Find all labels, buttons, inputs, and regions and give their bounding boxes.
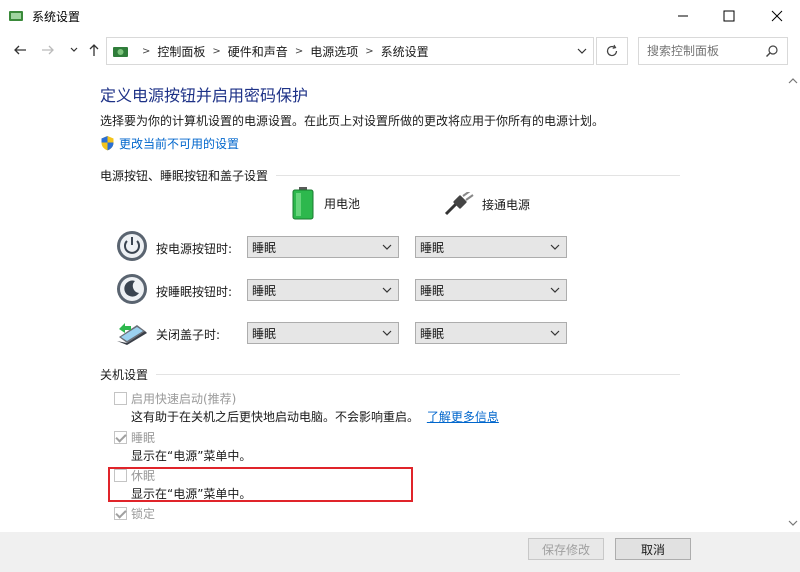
main-content: 定义电源按钮并启用密码保护 选择要为你的计算机设置的电源设置。在此页上对设置所做…: [0, 72, 800, 532]
search-box[interactable]: [638, 37, 788, 65]
plugged-in-column-header: 接通电源: [444, 192, 530, 216]
recent-locations-button[interactable]: [64, 40, 84, 60]
fast-startup-checkbox[interactable]: [114, 392, 127, 405]
chevron-down-icon: [550, 330, 560, 336]
select-value: 睡眠: [420, 283, 445, 298]
breadcrumb-item[interactable]: 系统设置: [381, 43, 429, 60]
sleep-checkbox[interactable]: [114, 431, 127, 444]
power-button-plugged-select[interactable]: 睡眠: [415, 236, 567, 258]
power-plug-icon: [444, 192, 474, 216]
change-settings-link-label[interactable]: 更改当前不可用的设置: [119, 135, 239, 152]
title-bar: 系统设置: [0, 0, 800, 32]
close-icon: [771, 10, 783, 22]
forward-button[interactable]: [38, 40, 58, 60]
control-panel-icon: [9, 11, 23, 21]
scroll-up-icon[interactable]: [786, 74, 800, 88]
search-input[interactable]: [639, 38, 759, 64]
lid-close-label: 关闭盖子时:: [156, 328, 221, 342]
fast-startup-desc-text: 这有助于在关机之后更快地启动电脑。不会影响重启。: [131, 410, 420, 424]
breadcrumb-separator: >: [294, 45, 304, 57]
laptop-lid-icon: [117, 323, 147, 345]
power-button-icon: [117, 231, 147, 261]
chevron-down-icon: [382, 330, 392, 336]
uac-shield-icon: [101, 136, 114, 151]
maximize-button[interactable]: [706, 0, 752, 32]
battery-icon: [292, 187, 314, 220]
vertical-scrollbar[interactable]: [786, 72, 800, 532]
footer-bar: 保存修改 取消: [0, 532, 800, 572]
up-button[interactable]: [84, 40, 104, 60]
address-bar[interactable]: > 控制面板 > 硬件和声音 > 电源选项 > 系统设置: [106, 37, 594, 65]
sleep-button-plugged-select[interactable]: 睡眠: [415, 279, 567, 301]
lid-close-plugged-select[interactable]: 睡眠: [415, 322, 567, 344]
breadcrumb-item[interactable]: 控制面板: [157, 43, 205, 60]
chevron-down-icon: [550, 287, 560, 293]
minimize-icon: [678, 15, 688, 17]
scroll-down-icon[interactable]: [786, 516, 800, 530]
plugged-in-column-label: 接通电源: [482, 197, 531, 212]
sleep-button-label: 按睡眠按钮时:: [156, 285, 233, 299]
chevron-down-icon: [550, 244, 560, 250]
power-buttons-group-label: 电源按钮、睡眠按钮和盖子设置: [100, 169, 269, 183]
sleep-button-battery-select[interactable]: 睡眠: [247, 279, 399, 301]
save-changes-button[interactable]: 保存修改: [528, 538, 604, 560]
select-value: 睡眠: [252, 240, 277, 255]
breadcrumb: > 控制面板 > 硬件和声音 > 电源选项 > 系统设置: [135, 38, 429, 64]
refresh-icon: [606, 44, 618, 57]
select-value: 睡眠: [252, 283, 277, 298]
breadcrumb-separator: >: [365, 45, 374, 57]
select-value: 睡眠: [420, 326, 445, 341]
power-button-label: 按电源按钮时:: [156, 242, 233, 256]
sleep-button-icon: [117, 274, 147, 304]
lock-option-label: 锁定: [131, 507, 156, 521]
chevron-down-icon: [382, 287, 392, 293]
group-divider: [276, 175, 680, 176]
maximize-icon: [723, 10, 735, 22]
minimize-button[interactable]: [660, 0, 706, 32]
battery-column-header: 用电池: [290, 186, 360, 220]
change-settings-link[interactable]: 更改当前不可用的设置: [100, 134, 239, 152]
breadcrumb-separator: >: [142, 45, 151, 57]
search-icon[interactable]: [765, 44, 779, 58]
battery-column-label: 用电池: [324, 196, 361, 211]
window-title: 系统设置: [32, 10, 81, 24]
fast-startup-description: 这有助于在关机之后更快地启动电脑。不会影响重启。 了解更多信息: [131, 408, 499, 425]
hibernate-highlight-box: [108, 467, 413, 502]
group-divider: [156, 374, 680, 375]
sleep-option-label: 睡眠: [131, 431, 156, 445]
chevron-down-icon[interactable]: [577, 44, 587, 58]
lid-close-battery-select[interactable]: 睡眠: [247, 322, 399, 344]
control-panel-icon: [113, 47, 128, 57]
chevron-down-icon: [382, 244, 392, 250]
chevron-down-icon: [70, 47, 78, 52]
breadcrumb-item[interactable]: 电源选项: [310, 43, 358, 60]
learn-more-link[interactable]: 了解更多信息: [427, 410, 499, 424]
breadcrumb-separator: >: [212, 45, 221, 57]
close-button[interactable]: [754, 0, 800, 32]
back-arrow-icon: [14, 45, 26, 55]
up-arrow-icon: [89, 44, 99, 56]
page-description: 选择要为你的计算机设置的电源设置。在此页上对设置所做的更改将应用于你所有的电源计…: [100, 114, 605, 128]
forward-arrow-icon: [42, 45, 54, 55]
refresh-button[interactable]: [596, 37, 628, 65]
cancel-button[interactable]: 取消: [615, 538, 691, 560]
breadcrumb-item[interactable]: 硬件和声音: [228, 43, 288, 60]
page-title: 定义电源按钮并启用密码保护: [100, 86, 309, 105]
select-value: 睡眠: [420, 240, 445, 255]
power-button-battery-select[interactable]: 睡眠: [247, 236, 399, 258]
lock-checkbox[interactable]: [114, 507, 127, 520]
back-button[interactable]: [10, 40, 30, 60]
fast-startup-label: 启用快速启动(推荐): [131, 392, 237, 406]
select-value: 睡眠: [252, 326, 277, 341]
sleep-option-description: 显示在“电源”菜单中。: [131, 449, 252, 463]
shutdown-group-label: 关机设置: [100, 368, 149, 382]
